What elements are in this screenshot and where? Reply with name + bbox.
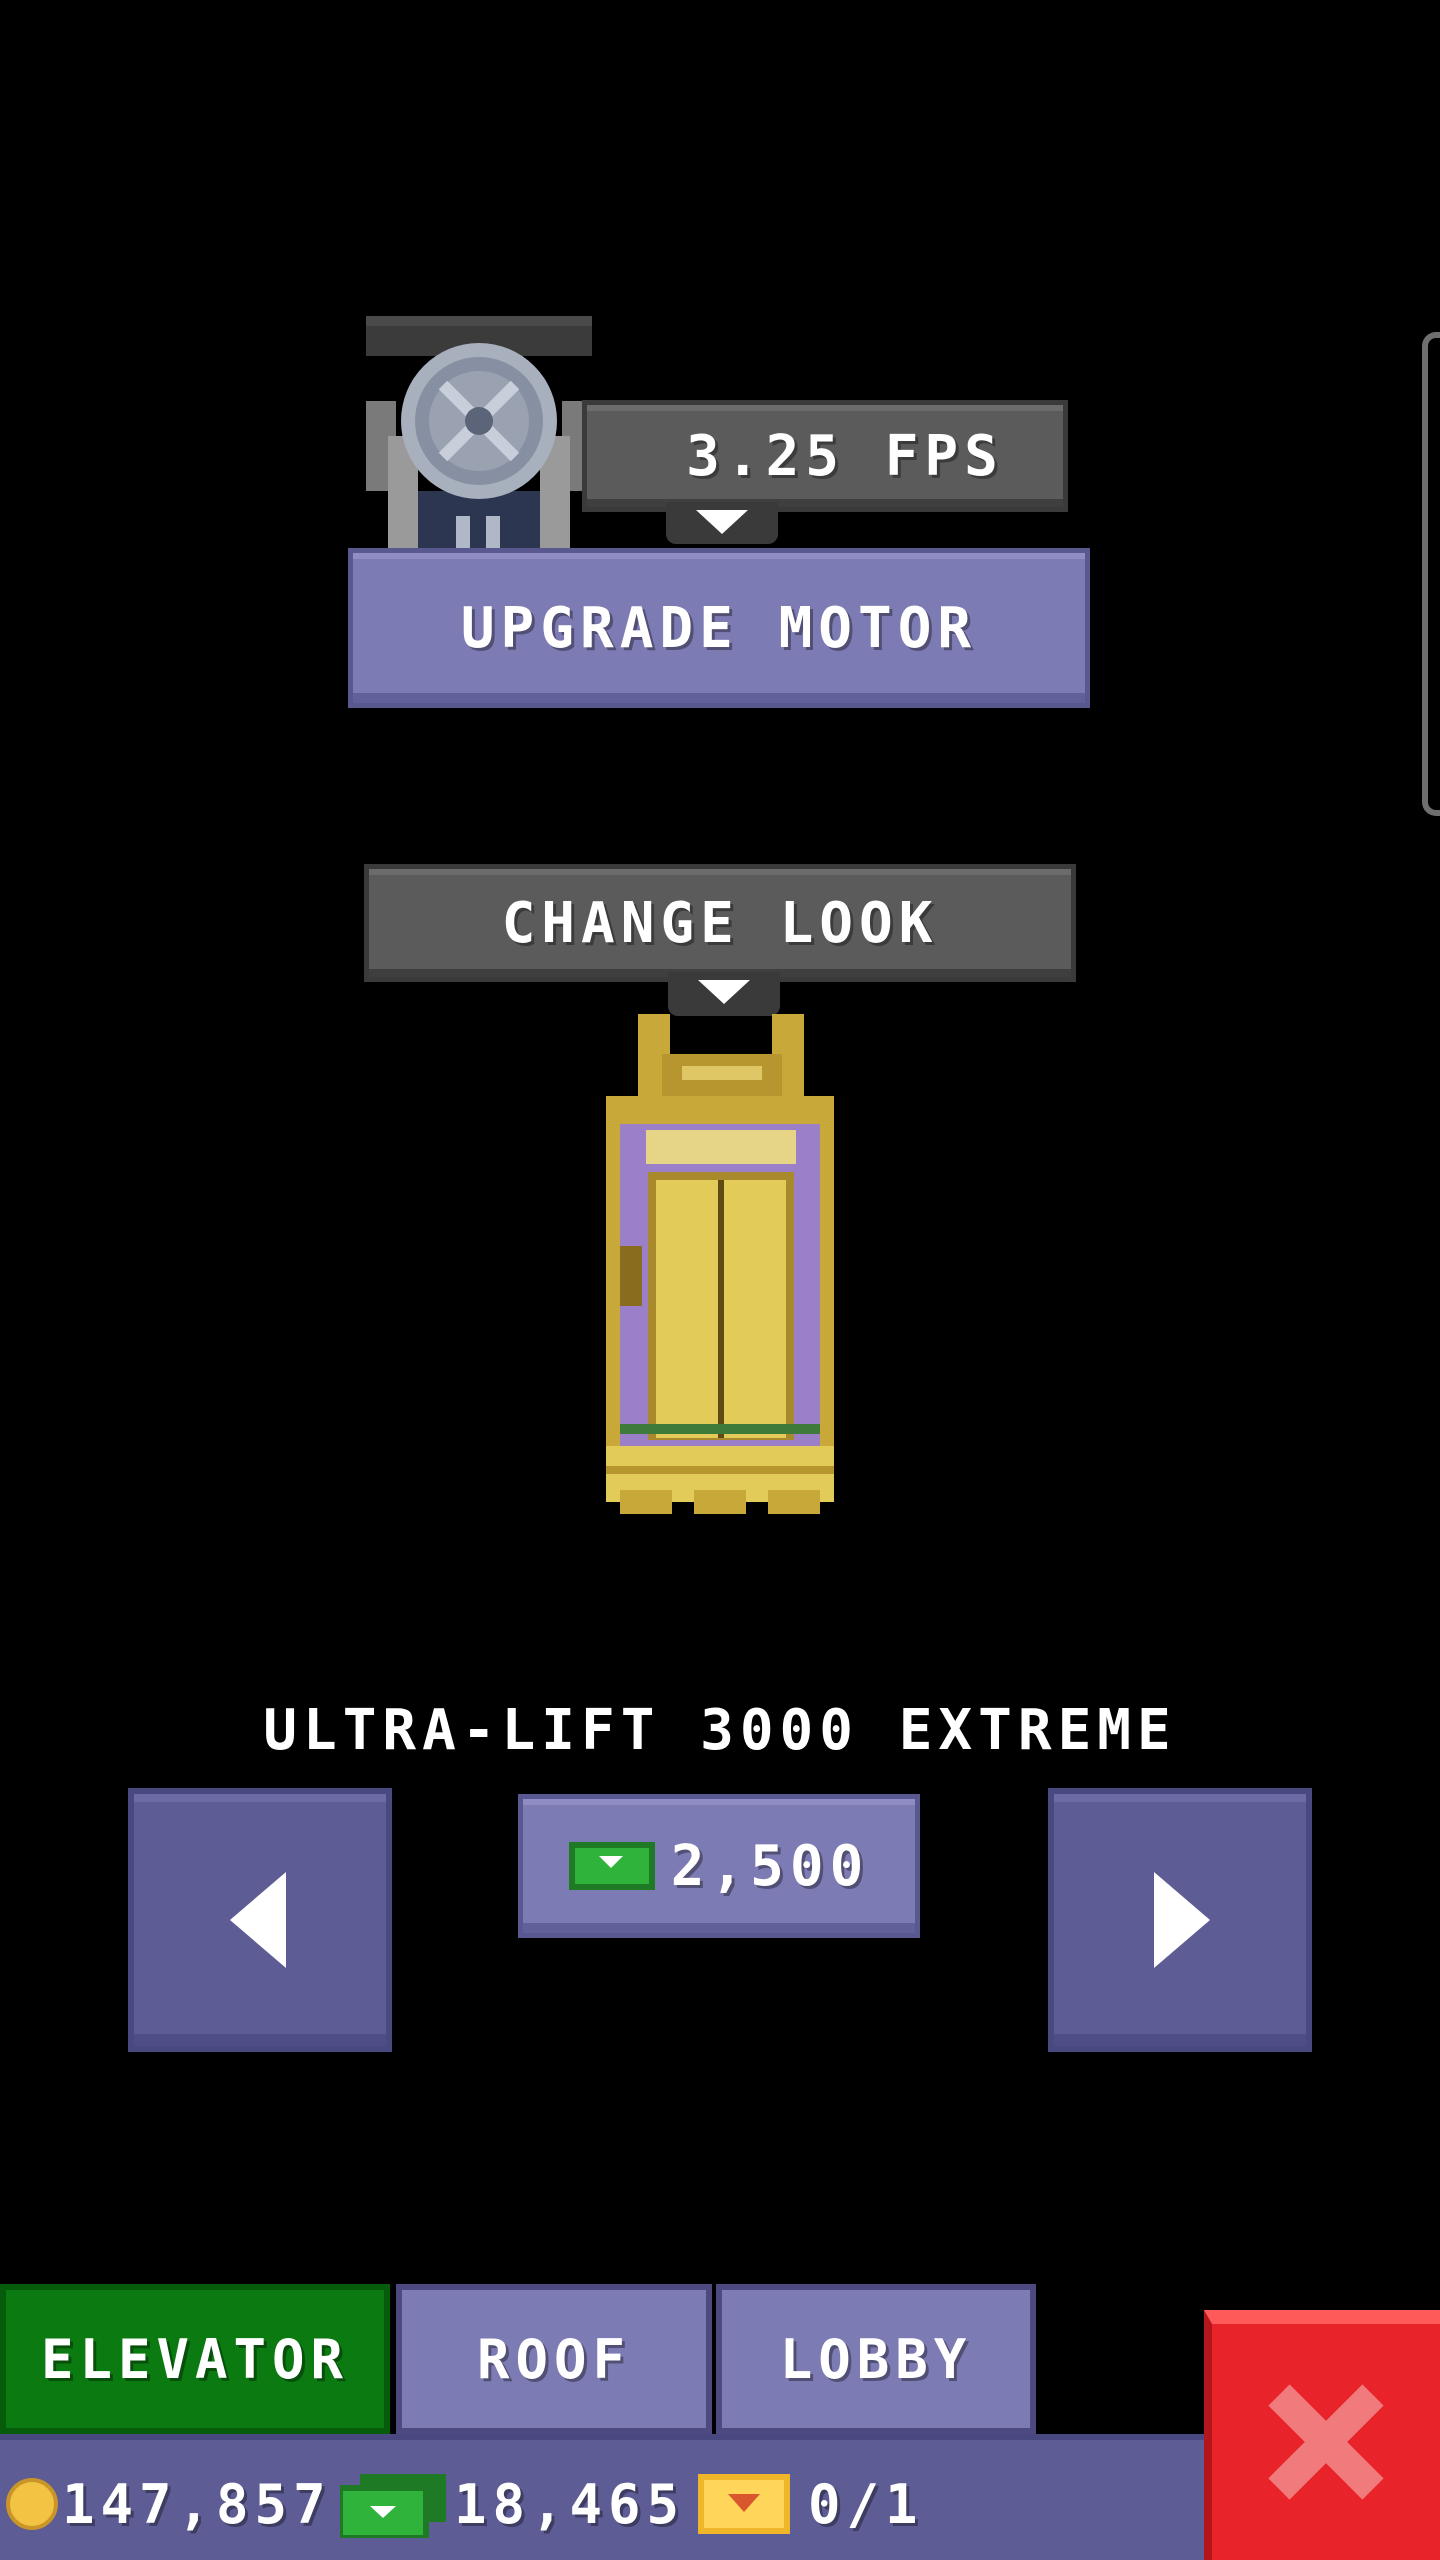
coins-text: 147,857 [62,2472,332,2536]
change-look-notch [668,972,780,1016]
tickets-count: 0/1 [808,2464,924,2544]
tab-elevator[interactable]: ELEVATOR [0,2284,390,2434]
elevator-car-icon [606,1014,834,1514]
motor-speed-display: 3.25 FPS [582,400,1068,512]
coin-icon [6,2478,58,2530]
chevron-down-icon [696,510,748,534]
chevron-down-icon [698,980,750,1004]
side-scroll-handle[interactable] [1422,332,1440,816]
speed-notch [666,502,778,544]
coins-count: 147,857 [62,2464,332,2544]
tab-lobby[interactable]: LOBBY [716,2284,1036,2434]
next-look-button[interactable] [1048,1788,1312,2052]
close-icon [1268,2384,1384,2500]
close-button[interactable] [1204,2310,1440,2560]
motor-speed-text: 3.25 FPS [686,423,1004,489]
bux-icon [568,1842,655,1890]
tickets-text: 0/1 [808,2472,924,2536]
tab-elevator-label: ELEVATOR [40,2327,350,2391]
previous-look-button[interactable] [128,1788,392,2052]
arrow-right-icon [1154,1872,1210,1968]
ticket-icon [698,2474,790,2534]
change-look-button[interactable]: CHANGE LOOK [364,864,1076,982]
bux-icon [337,2474,446,2541]
tab-roof[interactable]: ROOF [396,2284,712,2434]
tab-lobby-label: LOBBY [779,2327,973,2391]
upgrade-motor-button[interactable]: UPGRADE MOTOR [348,548,1090,708]
bux-text: 18,465 [454,2472,686,2536]
change-look-label: CHANGE LOOK [501,890,939,956]
tab-roof-label: ROOF [476,2327,632,2391]
bux-count: 18,465 [454,2464,685,2544]
upgrade-motor-label: UPGRADE MOTOR [460,595,978,661]
price-text: 2,500 [670,1833,870,1899]
motor-wheel-icon [366,316,592,548]
buy-look-button[interactable]: 2,500 [518,1794,920,1938]
model-name-text: ULTRA-LIFT 3000 EXTREME [263,1697,1177,1763]
arrow-left-icon [230,1872,286,1968]
model-name: ULTRA-LIFT 3000 EXTREME [0,1690,1440,1770]
